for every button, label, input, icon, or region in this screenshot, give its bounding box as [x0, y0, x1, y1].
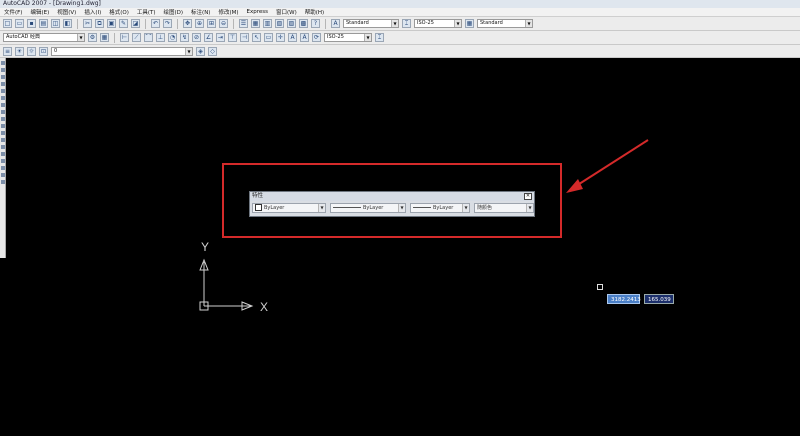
color-swatch-icon [255, 204, 262, 211]
properties-controls: ByLayer ▼ ByLayer ▼ ByLayer ▼ 随颜色 ▼ [252, 203, 534, 213]
color-value: ByLayer [264, 205, 285, 211]
plot-style-control[interactable]: 随颜色 ▼ [474, 203, 534, 213]
properties-toolbar-title[interactable]: 特性 [250, 192, 534, 201]
annotation-arrow [566, 139, 649, 193]
color-control[interactable]: ByLayer ▼ [252, 203, 326, 213]
ucs-x-label: X [260, 300, 268, 314]
lineweight-preview [413, 207, 431, 208]
linetype-control[interactable]: ByLayer ▼ [330, 203, 406, 213]
ucs-icon [199, 258, 254, 311]
lineweight-control[interactable]: ByLayer ▼ [410, 203, 470, 213]
properties-toolbar: 特性 ✕ ByLayer ▼ ByLayer ▼ ByLayer ▼ 随颜色 ▼ [249, 191, 535, 217]
dynamic-input-y[interactable]: 165.039 [644, 294, 674, 304]
plot-style-value: 随颜色 [477, 205, 493, 211]
chevron-down-icon: ▼ [526, 204, 533, 212]
ucs-y-label: Y [201, 240, 209, 254]
linetype-preview [333, 207, 361, 208]
dynamic-input-x[interactable]: 3182.2413 [607, 294, 641, 304]
chevron-down-icon: ▼ [318, 204, 325, 212]
linetype-value: ByLayer [363, 205, 384, 211]
close-icon[interactable]: ✕ [524, 193, 532, 200]
chevron-down-icon: ▼ [462, 204, 469, 212]
lineweight-value: ByLayer [433, 205, 454, 211]
chevron-down-icon: ▼ [398, 204, 405, 212]
crosshair-cursor [597, 284, 603, 290]
